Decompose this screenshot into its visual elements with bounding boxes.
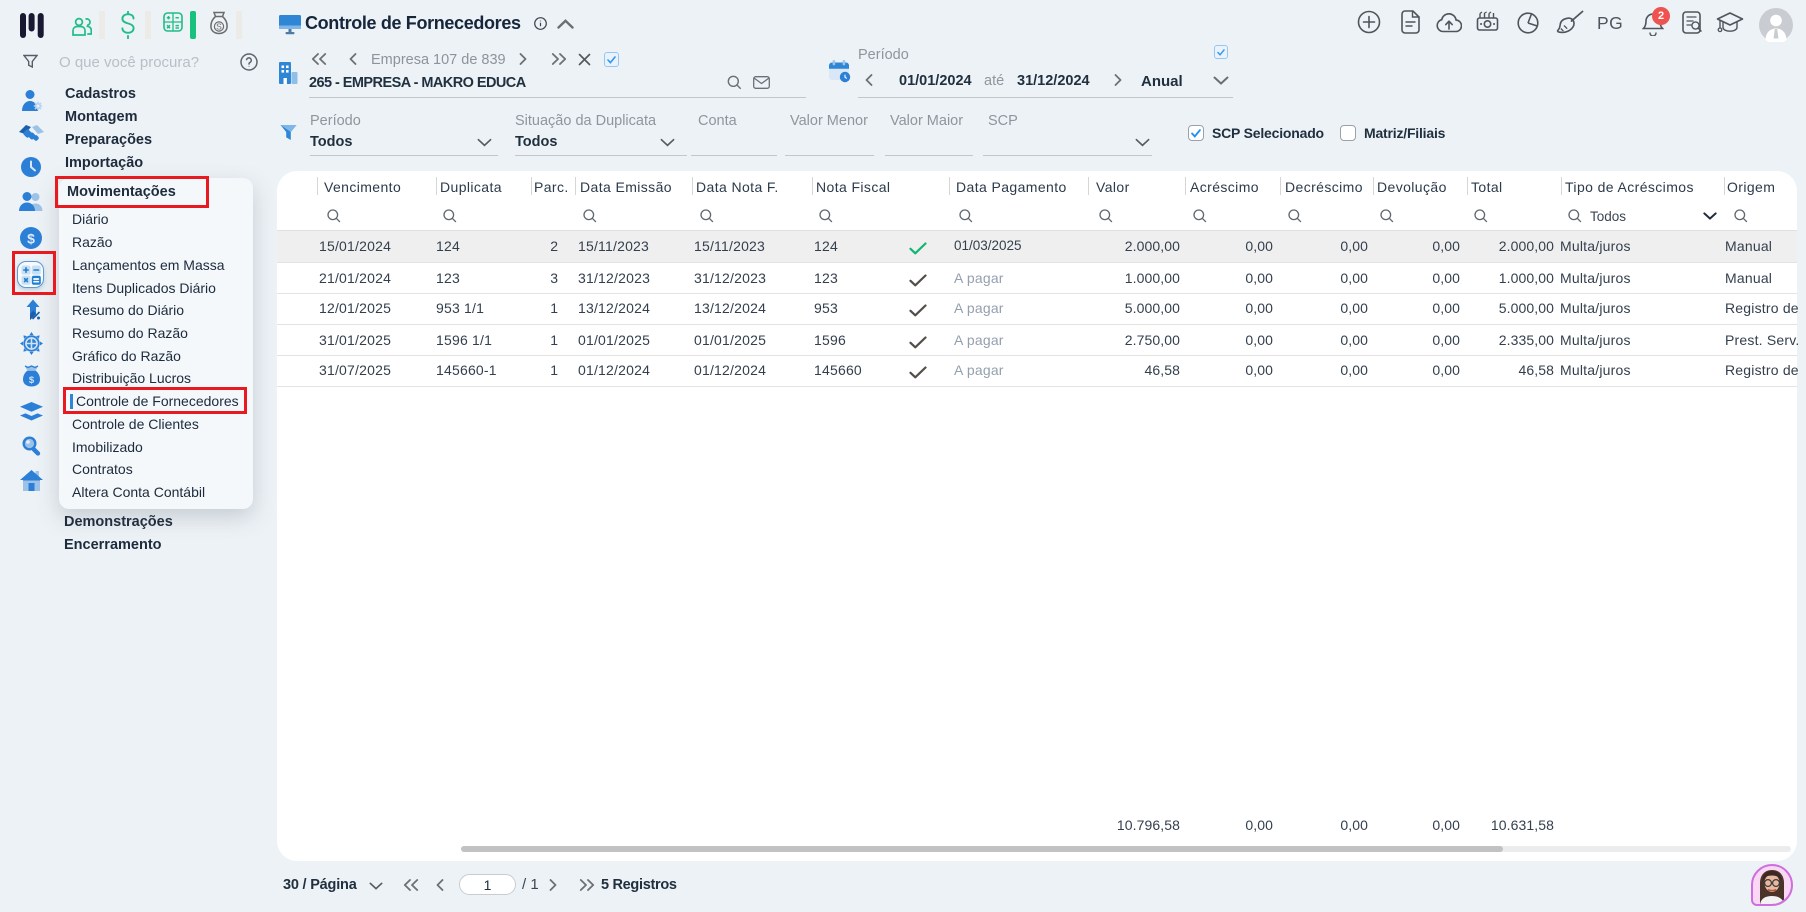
svg-text:S: S — [216, 22, 222, 32]
svg-text:$: $ — [27, 231, 35, 247]
svg-text:$: $ — [29, 375, 35, 386]
